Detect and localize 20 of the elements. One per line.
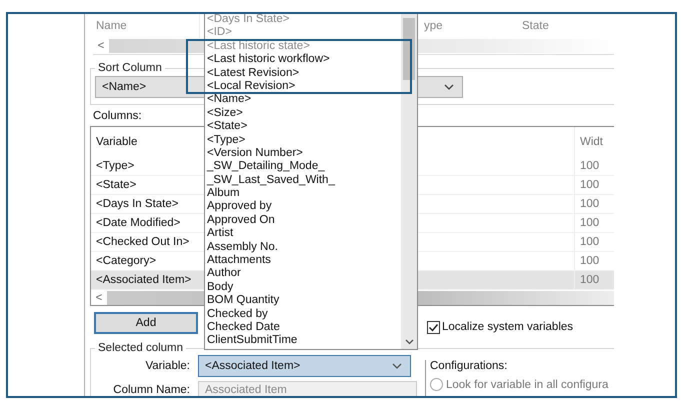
group-label: Sort Column [97, 62, 163, 74]
group-label: Selected column [97, 342, 184, 354]
table-cell: 100 [574, 195, 614, 213]
table-cell: 100 [574, 252, 614, 270]
variable-label: Variable: [144, 360, 190, 372]
table-cell-text: <Days In State> [95, 198, 178, 210]
configurations-label: Configurations: [430, 360, 508, 372]
table-cell-text: <Associated Item> [95, 274, 192, 286]
table-cell: 100 [574, 271, 614, 289]
table-cell: 100 [574, 176, 614, 194]
table-cell-text: <Date Modified> [95, 217, 180, 229]
table-cell-text: <Category> [95, 255, 156, 267]
table-cell: 100 [574, 214, 614, 232]
table-cell: 100 [574, 157, 614, 175]
table-cell-text: <State> [95, 179, 136, 191]
columns-label: Columns: [93, 110, 142, 124]
table-cell: 100 [574, 233, 614, 251]
table-cell-text: <Checked Out In> [95, 236, 190, 248]
table-cell-text: <Type> [95, 160, 134, 172]
column-name-label: Column Name: [112, 384, 190, 396]
